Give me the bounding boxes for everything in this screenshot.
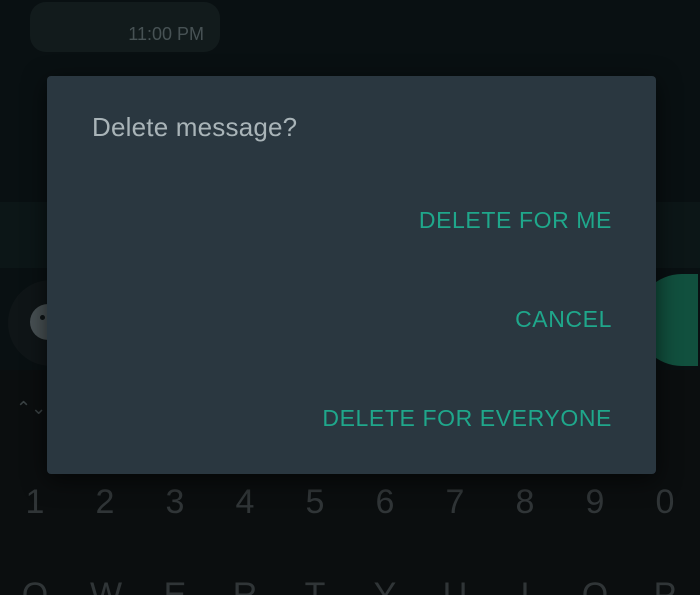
cancel-button[interactable]: CANCEL [515,306,612,333]
dialog-title: Delete message? [92,112,298,142]
delete-message-dialog: Delete message? DELETE FOR ME CANCEL DEL… [47,76,656,474]
delete-for-everyone-button[interactable]: DELETE FOR EVERYONE [322,405,612,432]
screen: 11:00 PM ⌃⌄ 1 2 3 4 5 6 7 8 9 0 Q W E R … [0,0,700,595]
delete-for-me-button[interactable]: DELETE FOR ME [419,207,612,234]
